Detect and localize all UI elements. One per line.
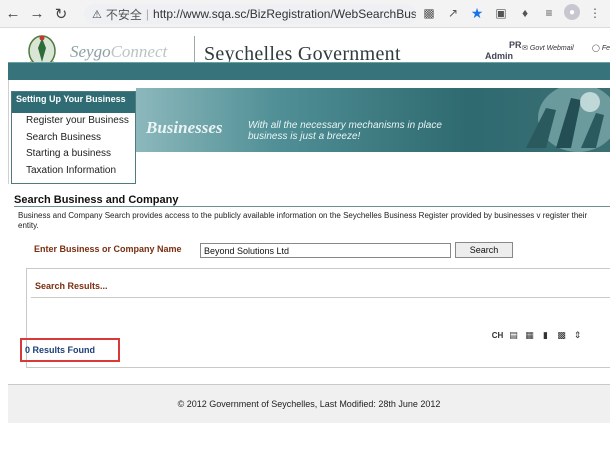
forward-icon[interactable]: → (26, 3, 48, 25)
address-separator: | (145, 7, 150, 21)
ch-toggle[interactable]: CH (491, 329, 504, 341)
admin-link[interactable]: Admin (485, 51, 513, 61)
bulb-icon: ◯ (592, 45, 600, 52)
side-menu: Setting Up Your Business Register your B… (11, 91, 136, 184)
footer: © 2012 Government of Seychelles, Last Mo… (8, 385, 610, 423)
banner-subtitle: With all the necessary mechanisms in pla… (248, 120, 442, 142)
results-divider (31, 297, 610, 298)
reading-list-icon[interactable]: ≡ (540, 4, 558, 22)
reload-icon[interactable]: ↻ (50, 3, 72, 25)
menu-item-register-business[interactable]: Register your Business (12, 113, 135, 130)
feedback-link[interactable]: ◯ Fe (592, 44, 610, 53)
mail-icon: ✉ (522, 45, 528, 52)
results-count: 0 Results Found (20, 338, 120, 362)
export-icon[interactable]: ▩ (555, 329, 568, 341)
menu-kebab-icon[interactable]: ⋮ (586, 4, 604, 22)
translate-icon[interactable]: ▩ (420, 4, 438, 22)
extension-s-icon[interactable]: ▣ (492, 4, 510, 22)
browser-toolbar: ← → ↻ ⚠ 不安全 | http://www.sqa.sc/BizRegis… (0, 0, 610, 28)
businesses-banner: Businesses With all the necessary mechan… (136, 88, 610, 152)
search-button[interactable]: Search (455, 242, 513, 258)
back-icon[interactable]: ← (2, 3, 24, 25)
url-text: http://www.sqa.sc/BizRegistration/WebSea… (153, 7, 416, 21)
menu-item-taxation[interactable]: Taxation Information (12, 163, 135, 180)
side-menu-heading: Setting Up Your Business (12, 92, 135, 113)
results-toolbar: CH ▤ ▦ ▮ ▩ ⇕ (491, 329, 584, 341)
results-heading: Search Results... (35, 281, 108, 291)
extensions-puzzle-icon[interactable]: ♦ (516, 4, 534, 22)
business-name-input[interactable] (200, 243, 451, 258)
sort-arrows-icon[interactable]: ⇕ (571, 329, 584, 341)
footer-copyright: © 2012 Government of Seychelles, Last Mo… (177, 399, 441, 409)
insecure-label: 不安全 (105, 7, 142, 22)
business-name-label: Enter Business or Company Name (34, 244, 182, 254)
share-icon[interactable]: ↗ (444, 4, 462, 22)
list-view-icon[interactable]: ▤ (507, 329, 520, 341)
seygoconnect-logo: SeygoConnect (70, 42, 168, 61)
columns-icon[interactable]: ▮ (539, 329, 552, 341)
profile-avatar-icon[interactable]: ● (564, 4, 580, 20)
menu-item-starting-business[interactable]: Starting a business (12, 146, 135, 163)
banner-illustration (526, 88, 610, 152)
bookmark-star-icon[interactable]: ★ (468, 4, 486, 22)
nav-bar (8, 62, 610, 80)
warning-icon: ⚠ (92, 8, 102, 21)
webmail-link[interactable]: ✉ Govt Webmail (522, 44, 574, 53)
pr-link[interactable]: PR (509, 40, 522, 50)
title-divider (14, 206, 610, 207)
grid-view-icon[interactable]: ▦ (523, 329, 536, 341)
section-description: Business and Company Search provides acc… (18, 211, 588, 230)
section-title: Search Business and Company (14, 194, 179, 206)
banner-title: Businesses (146, 118, 223, 137)
address-bar[interactable]: ⚠ 不安全 | http://www.sqa.sc/BizRegistratio… (84, 4, 416, 24)
menu-item-search-business[interactable]: Search Business (12, 130, 135, 147)
